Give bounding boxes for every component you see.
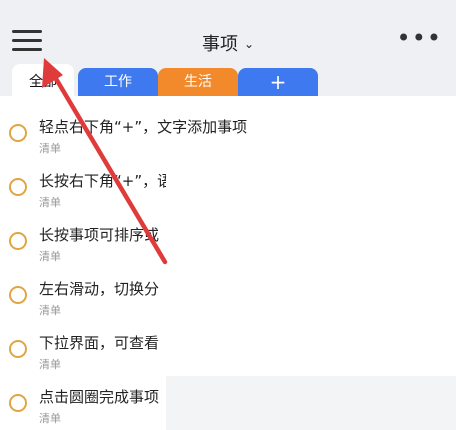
complete-circle-icon[interactable]	[9, 394, 27, 412]
item-list-label: 清单	[39, 304, 61, 317]
list-item[interactable]: 轻点右下角“+”，文字添加事项 清单	[0, 106, 456, 160]
list-item[interactable]: 左右滑动，切换分 清单	[0, 268, 456, 322]
complete-circle-icon[interactable]	[9, 232, 27, 250]
complete-circle-icon[interactable]	[9, 286, 27, 304]
tab-work[interactable]: 工作	[78, 68, 158, 96]
item-list-label: 清单	[39, 196, 61, 209]
chevron-down-icon: ⌄	[243, 37, 255, 51]
item-list-label: 清单	[39, 250, 61, 263]
add-category-button[interactable]: +	[238, 68, 318, 96]
swipe-overlay	[166, 376, 456, 430]
category-tabs: 全部 工作 生活 +	[0, 64, 456, 96]
item-list-label: 清单	[39, 412, 61, 425]
list-item[interactable]: 点击圆圈完成事项 清单	[0, 376, 456, 430]
item-list-label: 清单	[39, 358, 61, 371]
tab-all[interactable]: 全部	[12, 64, 74, 96]
todo-list: 轻点右下角“+”，文字添加事项 清单 长按右下角“+”，语 清单 长按事项可排序…	[0, 96, 456, 430]
page-title: 事项	[201, 34, 238, 55]
swipe-overlay	[166, 322, 456, 376]
app-header: 事项 ⌄ ••• 全部 工作 生活 +	[0, 0, 456, 96]
list-item[interactable]: 长按事项可排序或 清单	[0, 214, 456, 268]
swipe-overlay	[166, 214, 456, 268]
list-item[interactable]: 长按右下角“+”，语 清单	[0, 160, 456, 214]
swipe-overlay	[166, 160, 456, 214]
item-title: 长按右下角“+”，语	[39, 172, 173, 190]
item-title: 左右滑动，切换分	[39, 280, 160, 298]
item-list-label: 清单	[39, 142, 61, 155]
more-options-icon[interactable]: •••	[397, 26, 442, 50]
item-title: 轻点右下角“+”，文字添加事项	[39, 118, 248, 136]
item-title: 下拉界面，可查看	[39, 334, 160, 352]
item-title: 长按事项可排序或	[39, 226, 160, 244]
page-title-dropdown[interactable]: 事项 ⌄	[0, 30, 456, 56]
tab-life[interactable]: 生活	[158, 68, 238, 96]
complete-circle-icon[interactable]	[9, 340, 27, 358]
complete-circle-icon[interactable]	[9, 124, 27, 142]
list-item[interactable]: 下拉界面，可查看 清单	[0, 322, 456, 376]
item-title: 点击圆圈完成事项	[39, 388, 160, 406]
complete-circle-icon[interactable]	[9, 178, 27, 196]
swipe-overlay	[166, 268, 456, 322]
